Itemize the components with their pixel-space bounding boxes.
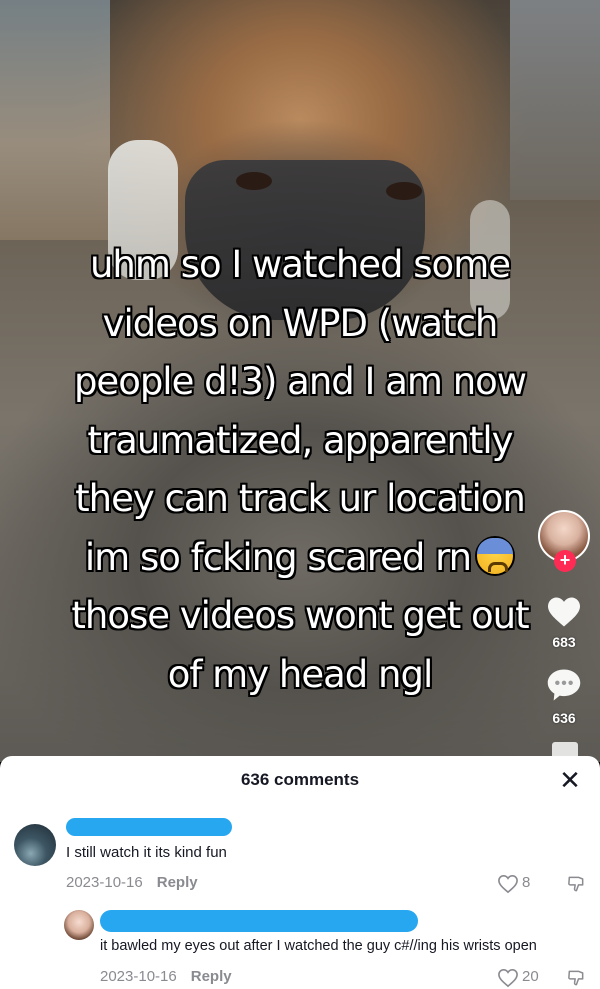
- comment-text: it bawled my eyes out after I watched th…: [100, 938, 537, 954]
- comments-title: 636 comments: [240, 770, 360, 789]
- heart-outline-icon[interactable]: [497, 968, 519, 988]
- heart-outline-icon[interactable]: [497, 874, 519, 894]
- comment-like-count: 20: [522, 968, 539, 985]
- comments-sheet: 636 comments ✕ I still watch it its kind…: [0, 756, 600, 989]
- anxious-face-emoji-icon: [475, 535, 516, 576]
- caption-line: traumatized, apparently: [87, 418, 513, 462]
- comment-date: 2023-10-16: [100, 968, 177, 985]
- caption-line-with-emoji: im so fcking scared rn: [20, 529, 580, 588]
- eye-left: [236, 172, 272, 190]
- like-count: 683: [552, 634, 576, 650]
- follow-plus-button[interactable]: +: [554, 550, 576, 572]
- video-player[interactable]: uhm so I watched some videos on WPD (wat…: [0, 0, 600, 762]
- caption-line: im so fcking scared rn: [84, 535, 472, 579]
- commenter-avatar[interactable]: [64, 910, 94, 940]
- eye-right: [386, 182, 422, 200]
- close-icon[interactable]: ✕: [556, 766, 584, 794]
- background-window: [0, 0, 110, 240]
- caption-line: people d!3) and I am now: [73, 360, 527, 403]
- redacted-username: [100, 910, 418, 932]
- video-caption: uhm so I watched some videos on WPD (wat…: [20, 236, 580, 704]
- comment-text: I still watch it its kind fun: [66, 844, 227, 861]
- comment-count: 636: [552, 710, 576, 726]
- reply-button[interactable]: Reply: [157, 874, 198, 891]
- caption-line: videos on WPD (watch: [102, 301, 499, 345]
- commenter-avatar[interactable]: [14, 824, 56, 866]
- creator-avatar-button[interactable]: +: [538, 510, 594, 582]
- comment-like-count: 8: [522, 874, 531, 891]
- heart-icon[interactable]: [546, 596, 582, 628]
- comment-meta: 2023-10-16 Reply: [100, 968, 232, 985]
- comment-meta: 2023-10-16 Reply: [66, 874, 198, 891]
- redacted-username: [66, 818, 232, 836]
- reply-button[interactable]: Reply: [191, 968, 232, 985]
- caption-line: of my head ngl: [167, 652, 433, 696]
- caption-line: they can track ur location: [75, 477, 526, 520]
- comment-date: 2023-10-16: [66, 874, 143, 891]
- thumbs-down-icon[interactable]: [566, 874, 586, 894]
- comment-bubble-icon[interactable]: [546, 668, 582, 702]
- background-wall: [510, 0, 600, 200]
- thumbs-down-icon[interactable]: [566, 968, 586, 988]
- caption-line: uhm so I watched some: [89, 243, 511, 286]
- caption-line: those videos wont get out: [71, 594, 529, 637]
